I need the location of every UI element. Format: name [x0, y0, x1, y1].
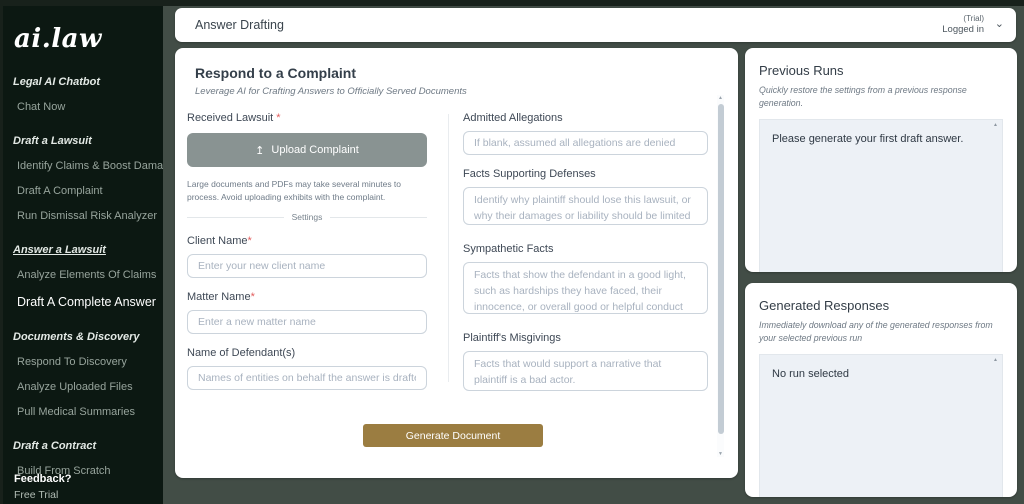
sidebar-item-analyze-elements-of-claims[interactable]: Analyze Elements Of Claims [17, 269, 149, 281]
sidebar-item-identify-claims[interactable]: Identify Claims & Boost Damages [17, 160, 149, 172]
admitted-allegations-group: Admitted Allegations [463, 112, 708, 155]
section-header-answer-a-lawsuit: Answer a Lawsuit [13, 244, 153, 256]
trial-badge: (Trial) [942, 14, 984, 24]
sympathetic-facts-group: Sympathetic Facts [463, 243, 708, 319]
card-title: Respond to a Complaint [195, 65, 356, 81]
scrollbar-track[interactable]: ▲ ▼ [717, 95, 724, 457]
previous-runs-list[interactable]: Please generate your first draft answer.… [759, 119, 1003, 272]
upload-note: Large documents and PDFs may take severa… [187, 178, 427, 204]
client-name-label-text: Client Name [187, 235, 248, 247]
form-left-column: Received Lawsuit * ↥ Upload Complaint La… [187, 112, 427, 390]
previous-runs-panel: Previous Runs Quickly restore the settin… [745, 48, 1017, 272]
sidebar-footer: Feedback? Free Trial [14, 473, 71, 501]
sidebar-item-draft-a-complete-answer[interactable]: Draft A Complete Answer [17, 295, 149, 309]
scroll-up-icon[interactable]: ▲ [717, 95, 724, 101]
upload-complaint-button[interactable]: ↥ Upload Complaint [187, 133, 427, 167]
previous-runs-subtitle: Quickly restore the settings from a prev… [759, 84, 1003, 110]
client-name-group: Client Name* [187, 235, 427, 278]
client-name-label: Client Name* [187, 235, 427, 247]
plaintiffs-misgivings-label: Plaintiff's Misgivings [463, 332, 708, 344]
previous-runs-title: Previous Runs [759, 63, 1003, 78]
account-status[interactable]: (Trial) Logged in [942, 14, 984, 37]
sidebar-item-chat-now[interactable]: Chat Now [17, 101, 149, 113]
section-header-documents-and-discovery: Documents & Discovery [13, 331, 153, 343]
plaintiffs-misgivings-input[interactable] [463, 351, 708, 391]
sidebar-nav: Legal AI Chatbot Chat Now Draft a Lawsui… [3, 76, 163, 477]
generated-responses-panel: Generated Responses Immediately download… [745, 283, 1017, 497]
sidebar-item-analyze-uploaded-files[interactable]: Analyze Uploaded Files [17, 381, 149, 393]
top-bar: Answer Drafting (Trial) Logged in ⌄ [175, 8, 1016, 42]
generate-document-button[interactable]: Generate Document [363, 424, 543, 447]
matter-name-group: Matter Name* [187, 291, 427, 334]
page-title: Answer Drafting [195, 18, 284, 32]
sidebar-item-run-dismissal-risk-analyzer[interactable]: Run Dismissal Risk Analyzer [17, 210, 149, 222]
sidebar-item-pull-medical-summaries[interactable]: Pull Medical Summaries [17, 406, 149, 418]
required-marker: * [251, 291, 255, 303]
logged-in-label: Logged in [942, 24, 984, 36]
generated-responses-title: Generated Responses [759, 298, 1003, 313]
chevron-down-icon[interactable]: ⌄ [995, 17, 1004, 30]
facts-supporting-defenses-label: Facts Supporting Defenses [463, 168, 708, 180]
respond-to-complaint-card: Respond to a Complaint Leverage AI for C… [175, 48, 738, 478]
sympathetic-facts-input[interactable] [463, 262, 708, 314]
free-trial-link[interactable]: Free Trial [14, 489, 71, 501]
generated-responses-empty-message: No run selected [772, 368, 849, 380]
client-name-input[interactable] [187, 254, 427, 278]
required-marker: * [248, 235, 252, 247]
scrollbar-thumb[interactable] [718, 104, 724, 434]
generated-responses-list[interactable]: No run selected ▲ [759, 354, 1003, 497]
defendants-label: Name of Defendant(s) [187, 347, 427, 359]
required-marker: * [276, 112, 280, 124]
matter-name-label: Matter Name* [187, 291, 427, 303]
section-header-legal-ai-chatbot: Legal AI Chatbot [13, 76, 153, 88]
settings-divider-label: Settings [284, 212, 331, 222]
facts-supporting-defenses-input[interactable] [463, 187, 708, 225]
defendants-group: Name of Defendant(s) [187, 347, 427, 390]
section-header-draft-a-contract: Draft a Contract [13, 440, 153, 452]
received-lawsuit-label-text: Received Lawsuit [187, 112, 273, 124]
sidebar: ai.law Legal AI Chatbot Chat Now Draft a… [3, 6, 163, 504]
upload-button-label: Upload Complaint [271, 144, 358, 156]
column-divider [448, 114, 449, 382]
scroll-down-icon[interactable]: ▼ [717, 451, 724, 457]
facts-supporting-defenses-group: Facts Supporting Defenses [463, 168, 708, 230]
sidebar-item-draft-a-complaint[interactable]: Draft A Complaint [17, 185, 149, 197]
defendants-input[interactable] [187, 366, 427, 390]
section-header-draft-a-lawsuit: Draft a Lawsuit [13, 135, 153, 147]
card-subtitle: Leverage AI for Crafting Answers to Offi… [195, 86, 467, 97]
defendants-label-text: Name of Defendant(s) [187, 347, 295, 359]
form-right-column: Admitted Allegations Facts Supporting De… [463, 112, 708, 396]
feedback-link[interactable]: Feedback? [14, 473, 71, 485]
sympathetic-facts-label: Sympathetic Facts [463, 243, 708, 255]
admitted-allegations-label: Admitted Allegations [463, 112, 708, 124]
scroll-up-icon: ▲ [993, 357, 998, 363]
settings-divider: Settings [187, 212, 427, 222]
received-lawsuit-label: Received Lawsuit * [187, 112, 427, 124]
admitted-allegations-input[interactable] [463, 131, 708, 155]
scroll-up-icon: ▲ [993, 122, 998, 128]
previous-runs-empty-message: Please generate your first draft answer. [772, 133, 963, 145]
matter-name-label-text: Matter Name [187, 291, 251, 303]
sidebar-item-respond-to-discovery[interactable]: Respond To Discovery [17, 356, 149, 368]
matter-name-input[interactable] [187, 310, 427, 334]
generated-responses-subtitle: Immediately download any of the generate… [759, 319, 1003, 345]
upload-icon: ↥ [255, 144, 264, 157]
plaintiffs-misgivings-group: Plaintiff's Misgivings [463, 332, 708, 396]
app-logo[interactable]: ai.law [14, 24, 163, 54]
